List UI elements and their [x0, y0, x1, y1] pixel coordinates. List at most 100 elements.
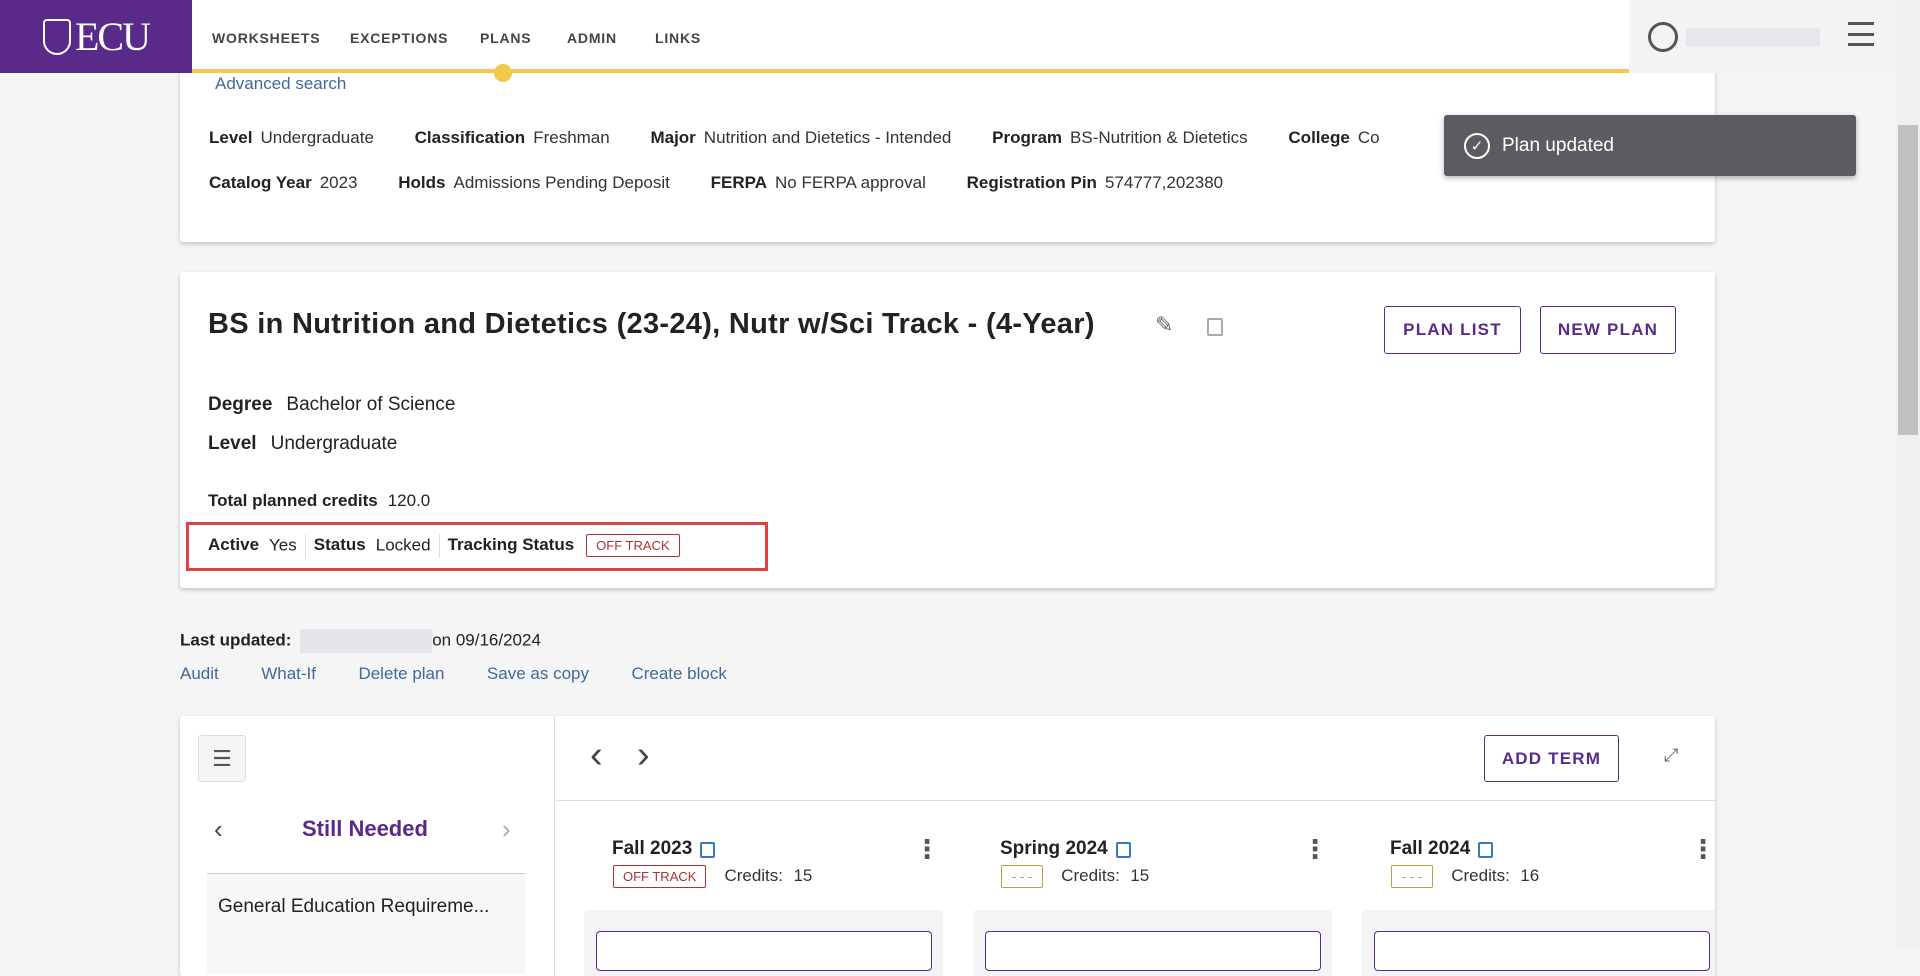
note-icon[interactable]	[1115, 841, 1131, 858]
active-label: Active	[208, 535, 260, 555]
requirement-list	[207, 874, 525, 974]
total-credits-label: Total planned credits	[208, 491, 378, 510]
tracking-status-label: Tracking Status	[447, 535, 575, 555]
plan-board: ☰ ‹ Still Needed › General Education Req…	[180, 716, 1715, 976]
kebab-menu-icon[interactable]: ⋮	[1302, 836, 1328, 862]
total-credits-value: 120.0	[387, 491, 431, 510]
term-status: - - - Credits: 16	[1391, 865, 1540, 888]
updated-by-redacted	[300, 629, 433, 653]
course-card[interactable]	[596, 931, 932, 971]
degree-label: Degree	[208, 394, 273, 415]
panel-title: Still Needed	[302, 816, 428, 841]
classification-label: Classification	[414, 128, 526, 147]
level-row: Level Undergraduate	[208, 433, 397, 455]
active-value: Yes	[269, 535, 297, 555]
credits-label: Credits:	[1451, 866, 1510, 885]
term-header-fall-2024: Fall 2024	[1390, 838, 1494, 860]
course-card[interactable]	[1374, 931, 1710, 971]
credits-row: Total planned credits 120.0	[208, 491, 430, 511]
degree-row: Degree Bachelor of Science	[208, 394, 455, 416]
edit-pencil-icon[interactable]: ✎	[1155, 312, 1173, 338]
term-name: Fall 2024	[1390, 838, 1471, 859]
plan-card: BS in Nutrition and Dietetics (23-24), N…	[180, 272, 1715, 588]
chevron-right-icon[interactable]: ›	[502, 814, 511, 845]
major-label: Major	[650, 128, 696, 147]
scrollbar-thumb[interactable]	[1898, 125, 1918, 435]
note-icon[interactable]	[1478, 841, 1494, 858]
term-name: Fall 2023	[612, 838, 693, 859]
note-icon[interactable]	[1207, 318, 1223, 336]
kebab-menu-icon[interactable]: ⋮	[1690, 836, 1715, 862]
requirements-panel: ☰ ‹ Still Needed › General Education Req…	[180, 716, 555, 976]
new-plan-button[interactable]: NEW PLAN	[1540, 306, 1676, 354]
term-column	[584, 910, 943, 976]
ecu-logo[interactable]: ECU	[0, 0, 192, 73]
logo-text: ECU	[75, 14, 151, 59]
ferpa-value: No FERPA approval	[774, 173, 926, 192]
term-name: Spring 2024	[1000, 838, 1108, 859]
term-badge: OFF TRACK	[613, 865, 707, 888]
catalog-year-label: Catalog Year	[209, 173, 312, 192]
user-name-redacted	[1686, 28, 1820, 46]
course-card[interactable]	[985, 931, 1321, 971]
college-value: Co	[1357, 128, 1380, 147]
top-header: ECU WORKSHEETS EXCEPTIONS PLANS ADMIN LI…	[0, 0, 1896, 82]
term-badge: - - -	[1001, 865, 1044, 888]
credits-value: 16	[1520, 866, 1540, 885]
plan-list-button[interactable]: PLAN LIST	[1384, 306, 1521, 354]
divider	[438, 534, 440, 558]
divider	[556, 800, 1715, 801]
term-header-fall-2023: Fall 2023	[612, 838, 716, 860]
what-if-link[interactable]: What-If	[261, 664, 316, 683]
degree-value: Bachelor of Science	[286, 394, 456, 415]
shield-icon	[43, 18, 71, 55]
add-term-button[interactable]: ADD TERM	[1484, 735, 1619, 782]
kebab-menu-icon[interactable]: ⋮	[914, 836, 940, 862]
save-as-copy-link[interactable]: Save as copy	[487, 664, 589, 683]
active-nav-indicator	[494, 64, 512, 82]
toast-message: Plan updated	[1502, 134, 1614, 156]
prev-terms-icon[interactable]: ‹	[590, 736, 603, 774]
chevron-left-icon[interactable]: ‹	[214, 814, 223, 845]
student-row-2: Catalog Year 2023 Holds Admissions Pending…	[209, 173, 1223, 193]
audit-link[interactable]: Audit	[180, 664, 219, 683]
requirement-item[interactable]: General Education Requireme...	[218, 896, 489, 918]
create-block-link[interactable]: Create block	[631, 664, 726, 683]
nav-admin[interactable]: ADMIN	[567, 30, 617, 46]
term-header-spring-2024: Spring 2024	[1000, 838, 1131, 860]
note-icon[interactable]	[700, 841, 716, 858]
credits-value: 15	[793, 866, 813, 885]
status-value: Locked	[375, 535, 431, 555]
user-avatar-icon[interactable]	[1648, 22, 1678, 52]
credits-label: Credits:	[1061, 866, 1120, 885]
ferpa-label: FERPA	[710, 173, 767, 192]
nav-links[interactable]: LINKS	[655, 30, 701, 46]
catalog-year-value: 2023	[319, 173, 358, 192]
term-status: - - - Credits: 15	[1001, 865, 1150, 888]
term-column	[973, 910, 1332, 976]
classification-value: Freshman	[533, 128, 610, 147]
panel-menu-button[interactable]: ☰	[198, 735, 246, 782]
registration-pin-label: Registration Pin	[966, 173, 1097, 192]
nav-plans[interactable]: PLANS	[480, 30, 531, 46]
delete-plan-link[interactable]: Delete plan	[358, 664, 444, 683]
holds-value: Admissions Pending Deposit	[453, 173, 670, 192]
level-label: Level	[208, 433, 257, 454]
status-label: Status	[313, 535, 366, 555]
plan-actions: Audit What-If Delete plan Save as copy C…	[180, 664, 727, 684]
advanced-search-link[interactable]: Advanced search	[215, 74, 346, 94]
last-updated-label: Last updated:	[180, 630, 292, 650]
nav-worksheets[interactable]: WORKSHEETS	[212, 30, 320, 46]
expand-icon[interactable]: ⤢	[1664, 745, 1678, 766]
hamburger-menu-icon[interactable]	[1848, 22, 1874, 46]
tracking-status-badge: OFF TRACK	[586, 534, 680, 558]
toast-notification: ✓ Plan updated	[1444, 115, 1856, 176]
holds-label: Holds	[398, 173, 446, 192]
registration-pin-value: 574777,202380	[1104, 173, 1224, 192]
student-row-1: Level Undergraduate Classification Freshma…	[209, 128, 1380, 148]
status-row: Active Yes Status Locked Tracking Status OFF …	[208, 534, 680, 558]
term-badge: - - -	[1391, 865, 1434, 888]
credits-value: 15	[1130, 866, 1150, 885]
nav-exceptions[interactable]: EXCEPTIONS	[350, 30, 448, 46]
next-terms-icon[interactable]: ›	[637, 736, 650, 774]
